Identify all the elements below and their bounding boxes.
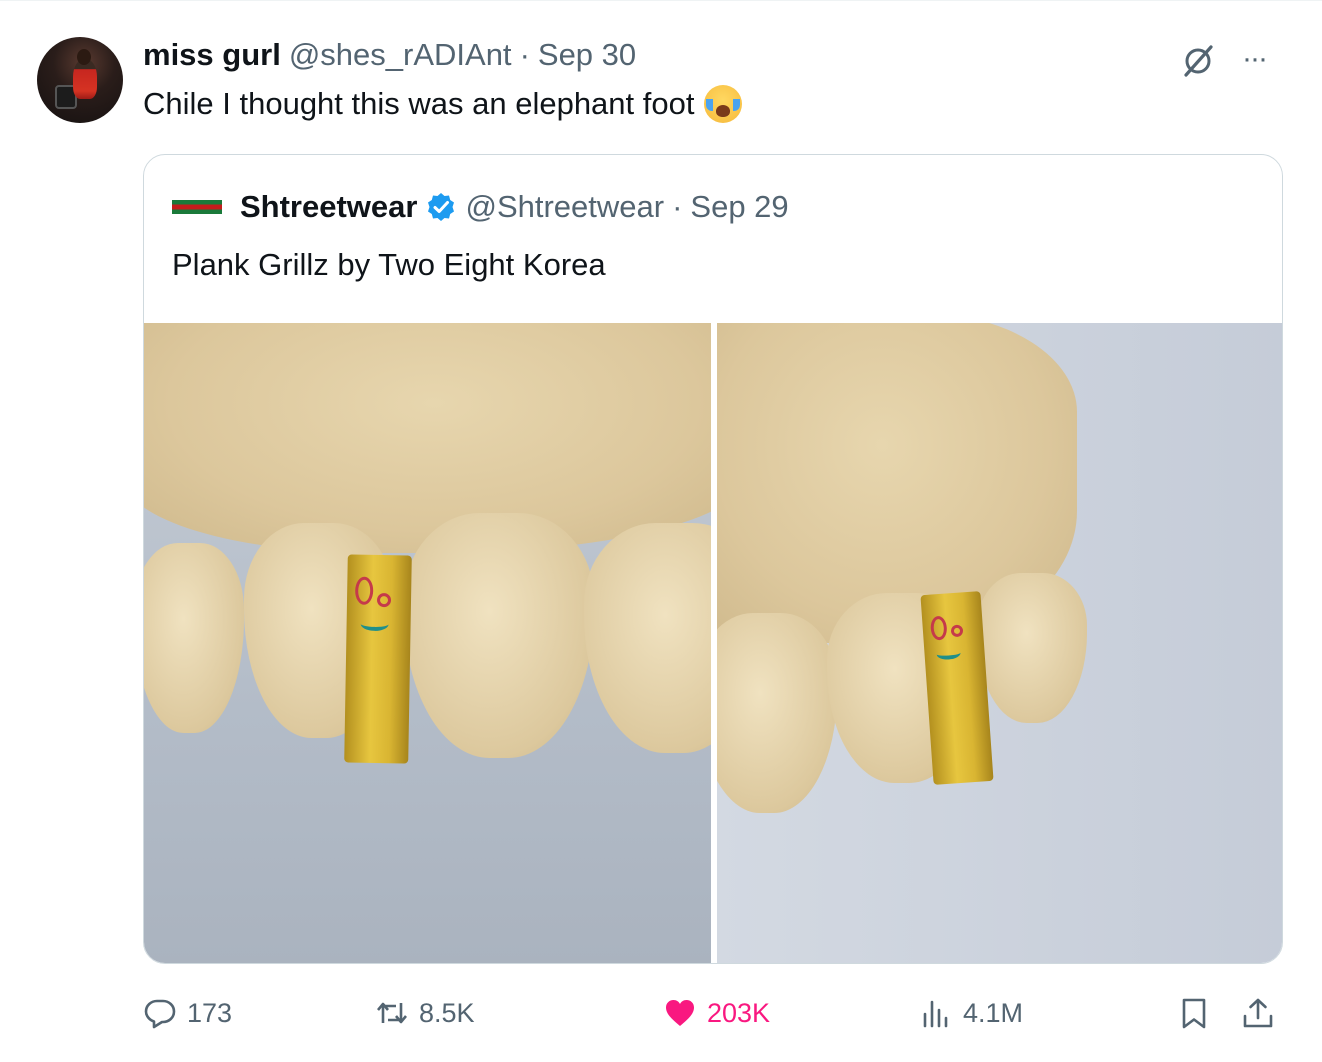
header-separator: · — [519, 37, 530, 72]
tweet-text-content: Chile I thought this was an elephant foo… — [143, 86, 695, 121]
repost-arrows-icon — [377, 1002, 407, 1024]
tweet-text: Chile I thought this was an elephant foo… — [143, 85, 743, 123]
like-button[interactable]: 203K — [663, 991, 770, 1035]
share-button[interactable] — [1241, 991, 1275, 1035]
repost-count: 8.5K — [419, 997, 475, 1028]
speech-bubble-icon — [144, 999, 176, 1029]
media-photo-1[interactable] — [144, 323, 711, 963]
reply-button[interactable]: 173 — [143, 991, 232, 1035]
bar-chart-icon — [923, 1000, 948, 1028]
plank-smile — [936, 646, 961, 661]
loudly-crying-face-icon — [704, 85, 743, 123]
quoted-avatar — [172, 200, 222, 214]
quoted-separator: · — [672, 189, 683, 224]
quoted-tweet-header: Shtreetwear @Shtreetwear · Sep 29 — [172, 189, 789, 225]
photo-tooth — [404, 513, 594, 758]
quoted-media-grid — [144, 323, 1282, 963]
quoted-text: Plank Grillz by Two Eight Korea — [172, 247, 606, 282]
reply-count: 173 — [187, 997, 233, 1028]
media-photo-2[interactable] — [717, 323, 1282, 963]
like-count: 203K — [707, 997, 771, 1028]
share-upload-icon — [1243, 998, 1273, 1028]
quoted-date: Sep 29 — [690, 189, 789, 224]
quoted-tweet[interactable]: Shtreetwear @Shtreetwear · Sep 29 Plank … — [143, 154, 1283, 964]
avatar-head-shape — [77, 49, 91, 65]
views-count: 4.1M — [963, 997, 1024, 1028]
plank-smile — [360, 616, 389, 632]
plank-eye — [950, 624, 964, 638]
photo-tooth — [144, 543, 244, 733]
views-button[interactable]: 4.1M — [919, 991, 1023, 1035]
grok-icon[interactable] — [1180, 43, 1216, 79]
tweet-header: miss gurl @shes_rADIAnt · Sep 30 — [143, 37, 636, 75]
author-display-name[interactable]: miss gurl — [143, 37, 281, 73]
avatar-figure-shape — [73, 59, 97, 99]
photo-plank-grill — [344, 554, 412, 764]
repost-button[interactable]: 8.5K — [375, 991, 475, 1035]
plank-eye — [354, 576, 374, 605]
author-handle[interactable]: @shes_rADIAnt — [289, 37, 512, 73]
tweet-actions: 173 8.5K 203K 4.1M — [143, 991, 1283, 1035]
tweet-date[interactable]: Sep 30 — [538, 37, 636, 73]
verified-badge-icon — [428, 193, 455, 221]
photo-tooth — [717, 613, 837, 813]
bookmark-icon — [1182, 998, 1206, 1029]
photo-dental-cast — [144, 323, 711, 553]
plank-eye — [376, 592, 392, 608]
quoted-display-name: Shtreetwear — [240, 189, 418, 224]
avatar[interactable] — [37, 37, 123, 123]
tweet-article[interactable]: miss gurl @shes_rADIAnt · Sep 30 ··· Chi… — [0, 0, 1322, 1062]
more-dots-icon[interactable]: ··· — [1242, 44, 1282, 74]
photo-tooth — [584, 523, 711, 753]
heart-icon — [666, 1000, 694, 1026]
quoted-handle: @Shtreetwear — [465, 189, 665, 224]
plank-eye — [929, 615, 948, 641]
photo-tooth — [977, 573, 1087, 723]
bookmark-button[interactable] — [1177, 991, 1211, 1035]
